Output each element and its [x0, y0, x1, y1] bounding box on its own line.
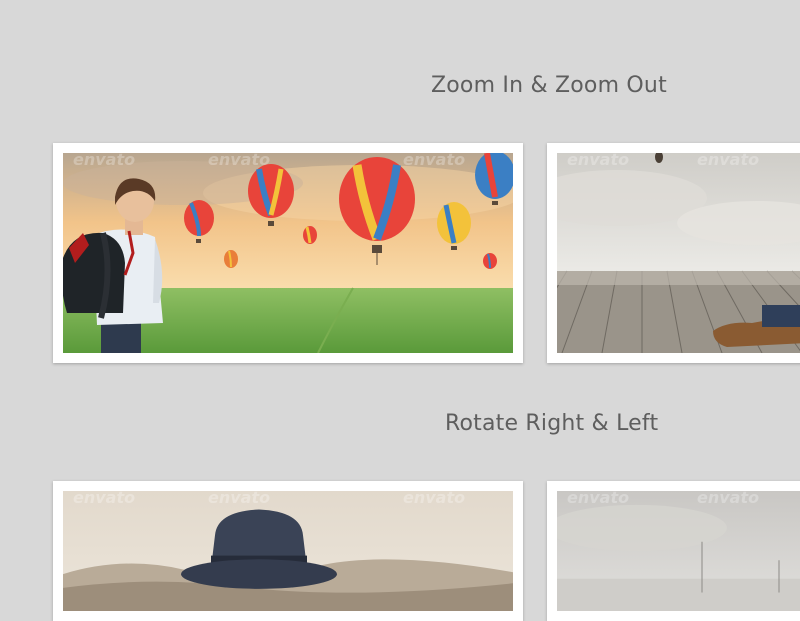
gallery-card-boardwalk[interactable]: envato envato [547, 143, 800, 363]
gallery-card-sea[interactable]: envato envato [547, 481, 800, 621]
sea-image [557, 491, 800, 611]
hat-image [63, 491, 513, 611]
photo-boardwalk: envato envato [557, 153, 800, 353]
boardwalk-image [557, 153, 800, 353]
photo-misty-sea: envato envato [557, 491, 800, 611]
section-title-zoom: Zoom In & Zoom Out [431, 73, 667, 98]
photo-boy-balloons: envato envato envato [63, 153, 513, 353]
balloons-image [63, 153, 513, 353]
photo-man-hat: envato envato envato [63, 491, 513, 611]
gallery-card-balloons[interactable]: envato envato envato [53, 143, 523, 363]
gallery-card-hat[interactable]: envato envato envato [53, 481, 523, 621]
section-title-rotate: Rotate Right & Left [445, 411, 659, 436]
